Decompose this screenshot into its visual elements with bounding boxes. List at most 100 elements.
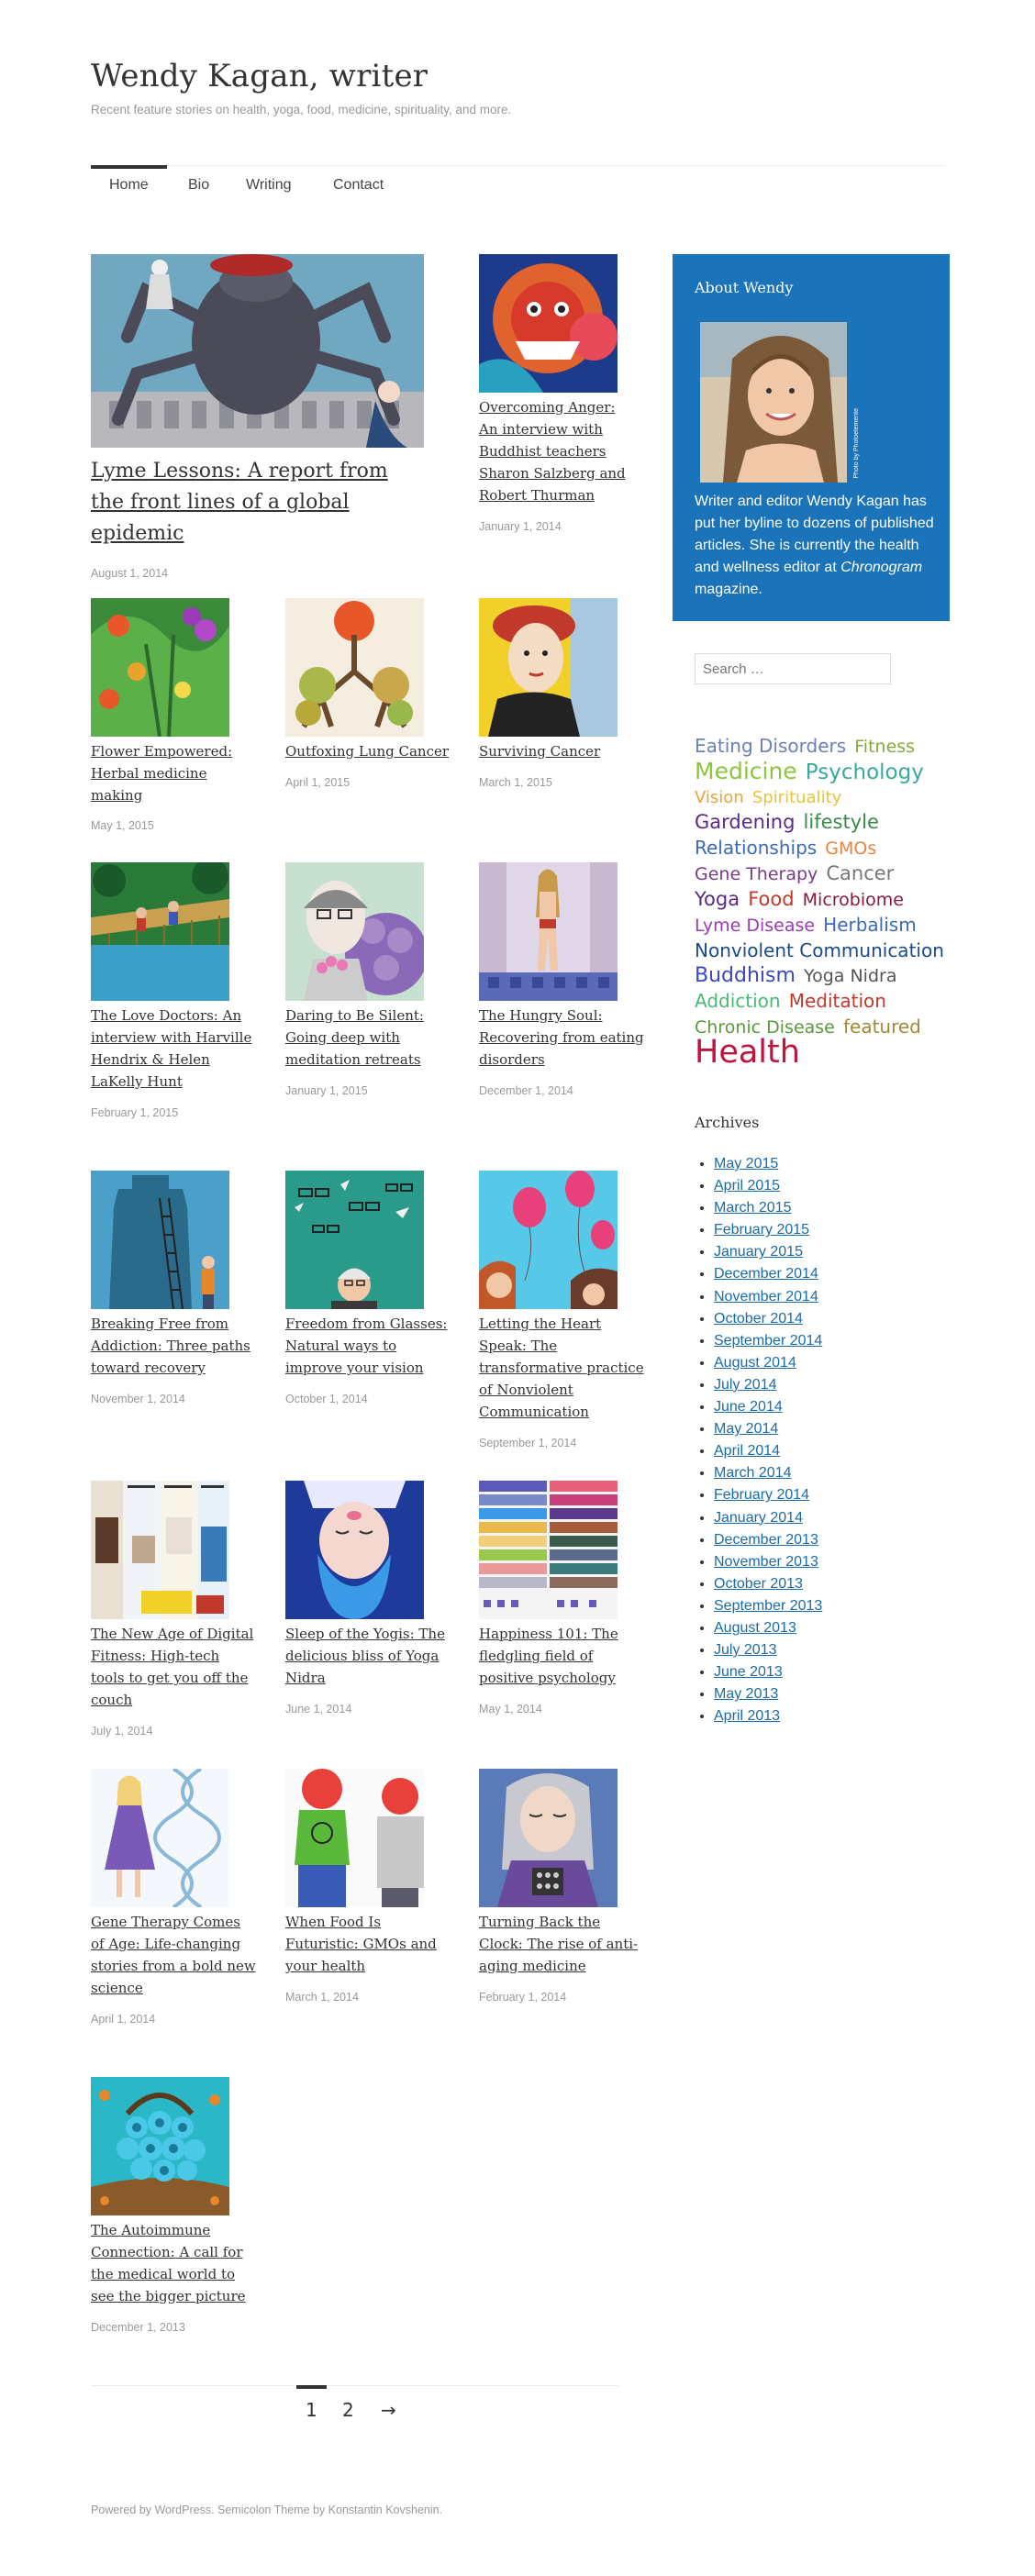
post-title[interactable]: The Love Doctors: An interview with Harv…: [91, 1005, 256, 1093]
archive-link[interactable]: February 2015: [714, 1222, 809, 1238]
archive-link[interactable]: May 2014: [714, 1421, 778, 1437]
post-thumbnail[interactable]: [91, 862, 229, 1001]
post-title[interactable]: Gene Therapy Comes of Age: Life-changing…: [91, 1911, 256, 1999]
tag-link[interactable]: Addiction: [695, 990, 781, 1012]
post-thumbnail[interactable]: [479, 598, 618, 737]
post-card: Happiness 101: The fledgling field of po…: [479, 1481, 644, 1715]
tag-link[interactable]: Cancer: [826, 862, 894, 884]
tag-link[interactable]: Psychology: [806, 761, 924, 784]
archive-link[interactable]: September 2013: [714, 1598, 822, 1614]
archive-link[interactable]: October 2013: [714, 1576, 803, 1592]
archive-link[interactable]: December 2013: [714, 1532, 818, 1548]
archive-item: October 2014: [714, 1308, 822, 1330]
tag-link[interactable]: Herbalism: [823, 914, 917, 936]
post-title[interactable]: Daring to Be Silent: Going deep with med…: [285, 1005, 451, 1071]
post-thumbnail[interactable]: [91, 1171, 229, 1309]
post-thumbnail[interactable]: [479, 1171, 618, 1309]
post-thumbnail[interactable]: [285, 1481, 424, 1619]
archive-link[interactable]: December 2014: [714, 1266, 818, 1282]
archive-link[interactable]: January 2014: [714, 1510, 803, 1526]
tag-link[interactable]: Microbiome: [803, 890, 904, 910]
post-thumbnail[interactable]: [91, 1769, 229, 1907]
tag-link[interactable]: Yoga: [695, 888, 740, 910]
post-title[interactable]: Overcoming Anger: An interview with Budd…: [479, 396, 635, 506]
nav-contact[interactable]: Contact: [333, 177, 384, 208]
archive-link[interactable]: July 2014: [714, 1377, 777, 1393]
archive-link[interactable]: March 2014: [714, 1465, 792, 1481]
tag-link[interactable]: Health: [695, 1034, 800, 1071]
archive-link[interactable]: September 2014: [714, 1333, 822, 1349]
archive-link[interactable]: April 2015: [714, 1178, 780, 1194]
next-page-arrow-icon[interactable]: →: [381, 2399, 396, 2421]
post-thumbnail[interactable]: [91, 1481, 229, 1619]
tag-cloud: Eating Disorders Fitness Medicine Psycho…: [695, 734, 944, 1071]
post-title[interactable]: Outfoxing Lung Cancer: [285, 740, 451, 762]
archive-item: April 2015: [714, 1175, 822, 1197]
site-title[interactable]: Wendy Kagan, writer: [91, 58, 428, 94]
archive-link[interactable]: March 2015: [714, 1200, 792, 1216]
archive-link[interactable]: August 2013: [714, 1620, 796, 1636]
post-title[interactable]: Lyme Lessons: A report from the front li…: [91, 456, 424, 550]
post-thumbnail[interactable]: [479, 862, 618, 1001]
nav-writing[interactable]: Writing: [246, 177, 292, 208]
post-title[interactable]: Letting the Heart Speak: The transformat…: [479, 1313, 644, 1423]
archive-link[interactable]: July 2013: [714, 1642, 777, 1658]
tag-link[interactable]: Buddhism: [695, 964, 796, 987]
tag-link[interactable]: Relationships: [695, 837, 817, 859]
archive-link[interactable]: April 2014: [714, 1443, 780, 1459]
tag-link[interactable]: Lyme Disease: [695, 916, 815, 936]
tag-link[interactable]: Meditation: [789, 990, 886, 1012]
tag-link[interactable]: Yoga Nidra: [804, 966, 896, 986]
archive-link[interactable]: January 2015: [714, 1244, 803, 1260]
post-title[interactable]: Happiness 101: The fledgling field of po…: [479, 1623, 644, 1689]
post-thumbnail[interactable]: [91, 598, 229, 737]
tag-link[interactable]: Gene Therapy: [695, 864, 818, 884]
post-thumbnail[interactable]: [479, 1481, 618, 1619]
archive-link[interactable]: June 2014: [714, 1399, 783, 1415]
tag-link[interactable]: Medicine: [695, 758, 797, 784]
nav-home[interactable]: Home: [91, 165, 167, 208]
post-title[interactable]: Breaking Free from Addiction: Three path…: [91, 1313, 256, 1379]
tag-link[interactable]: lifestyle: [804, 811, 879, 833]
post-thumbnail[interactable]: [91, 254, 424, 448]
archive-link[interactable]: May 2013: [714, 1686, 778, 1702]
archive-link[interactable]: February 2014: [714, 1487, 809, 1503]
archive-link[interactable]: April 2013: [714, 1708, 780, 1724]
archive-link[interactable]: November 2013: [714, 1554, 818, 1570]
post-title[interactable]: Surviving Cancer: [479, 740, 644, 762]
post-title[interactable]: When Food Is Futuristic: GMOs and your h…: [285, 1911, 451, 1977]
post-title[interactable]: Sleep of the Yogis: The delicious bliss …: [285, 1623, 451, 1689]
post-thumbnail[interactable]: [285, 1171, 424, 1309]
tag-link[interactable]: Spirituality: [752, 788, 841, 807]
archive-link[interactable]: November 2014: [714, 1289, 818, 1305]
search-input[interactable]: [695, 653, 891, 684]
page-2-link[interactable]: 2: [342, 2399, 354, 2421]
post-thumbnail[interactable]: [285, 598, 424, 737]
post-card: The Love Doctors: An interview with Harv…: [91, 862, 256, 1119]
tag-link[interactable]: Vision: [695, 788, 744, 807]
post-thumbnail[interactable]: [91, 2077, 229, 2215]
post-title[interactable]: The Hungry Soul: Recovering from eating …: [479, 1005, 644, 1071]
archive-link[interactable]: May 2015: [714, 1156, 778, 1171]
post-title[interactable]: Turning Back the Clock: The rise of anti…: [479, 1911, 644, 1977]
tag-link[interactable]: Nonviolent Communication: [695, 939, 944, 961]
post-title[interactable]: Freedom from Glasses: Natural ways to im…: [285, 1313, 451, 1379]
tag-link[interactable]: GMOs: [825, 838, 876, 859]
archive-link[interactable]: October 2014: [714, 1311, 803, 1327]
archive-link[interactable]: August 2014: [714, 1355, 796, 1371]
post-thumbnail[interactable]: [479, 1769, 618, 1907]
nav-bio[interactable]: Bio: [188, 177, 209, 208]
tag-link[interactable]: Fitness: [854, 737, 915, 757]
tag-link[interactable]: featured: [843, 1016, 921, 1038]
post-thumbnail[interactable]: [479, 254, 618, 393]
post-date: March 1, 2015: [479, 776, 552, 789]
post-title[interactable]: Flower Empowered: Herbal medicine making: [91, 740, 256, 806]
tag-link[interactable]: Gardening: [695, 811, 795, 833]
tag-link[interactable]: Eating Disorders: [695, 735, 846, 757]
post-title[interactable]: The New Age of Digital Fitness: High-tec…: [91, 1623, 256, 1711]
tag-link[interactable]: Food: [748, 888, 794, 910]
post-thumbnail[interactable]: [285, 1769, 424, 1907]
archive-link[interactable]: June 2013: [714, 1664, 783, 1680]
post-thumbnail[interactable]: [285, 862, 424, 1001]
post-title[interactable]: The Autoimmune Connection: A call for th…: [91, 2219, 256, 2307]
